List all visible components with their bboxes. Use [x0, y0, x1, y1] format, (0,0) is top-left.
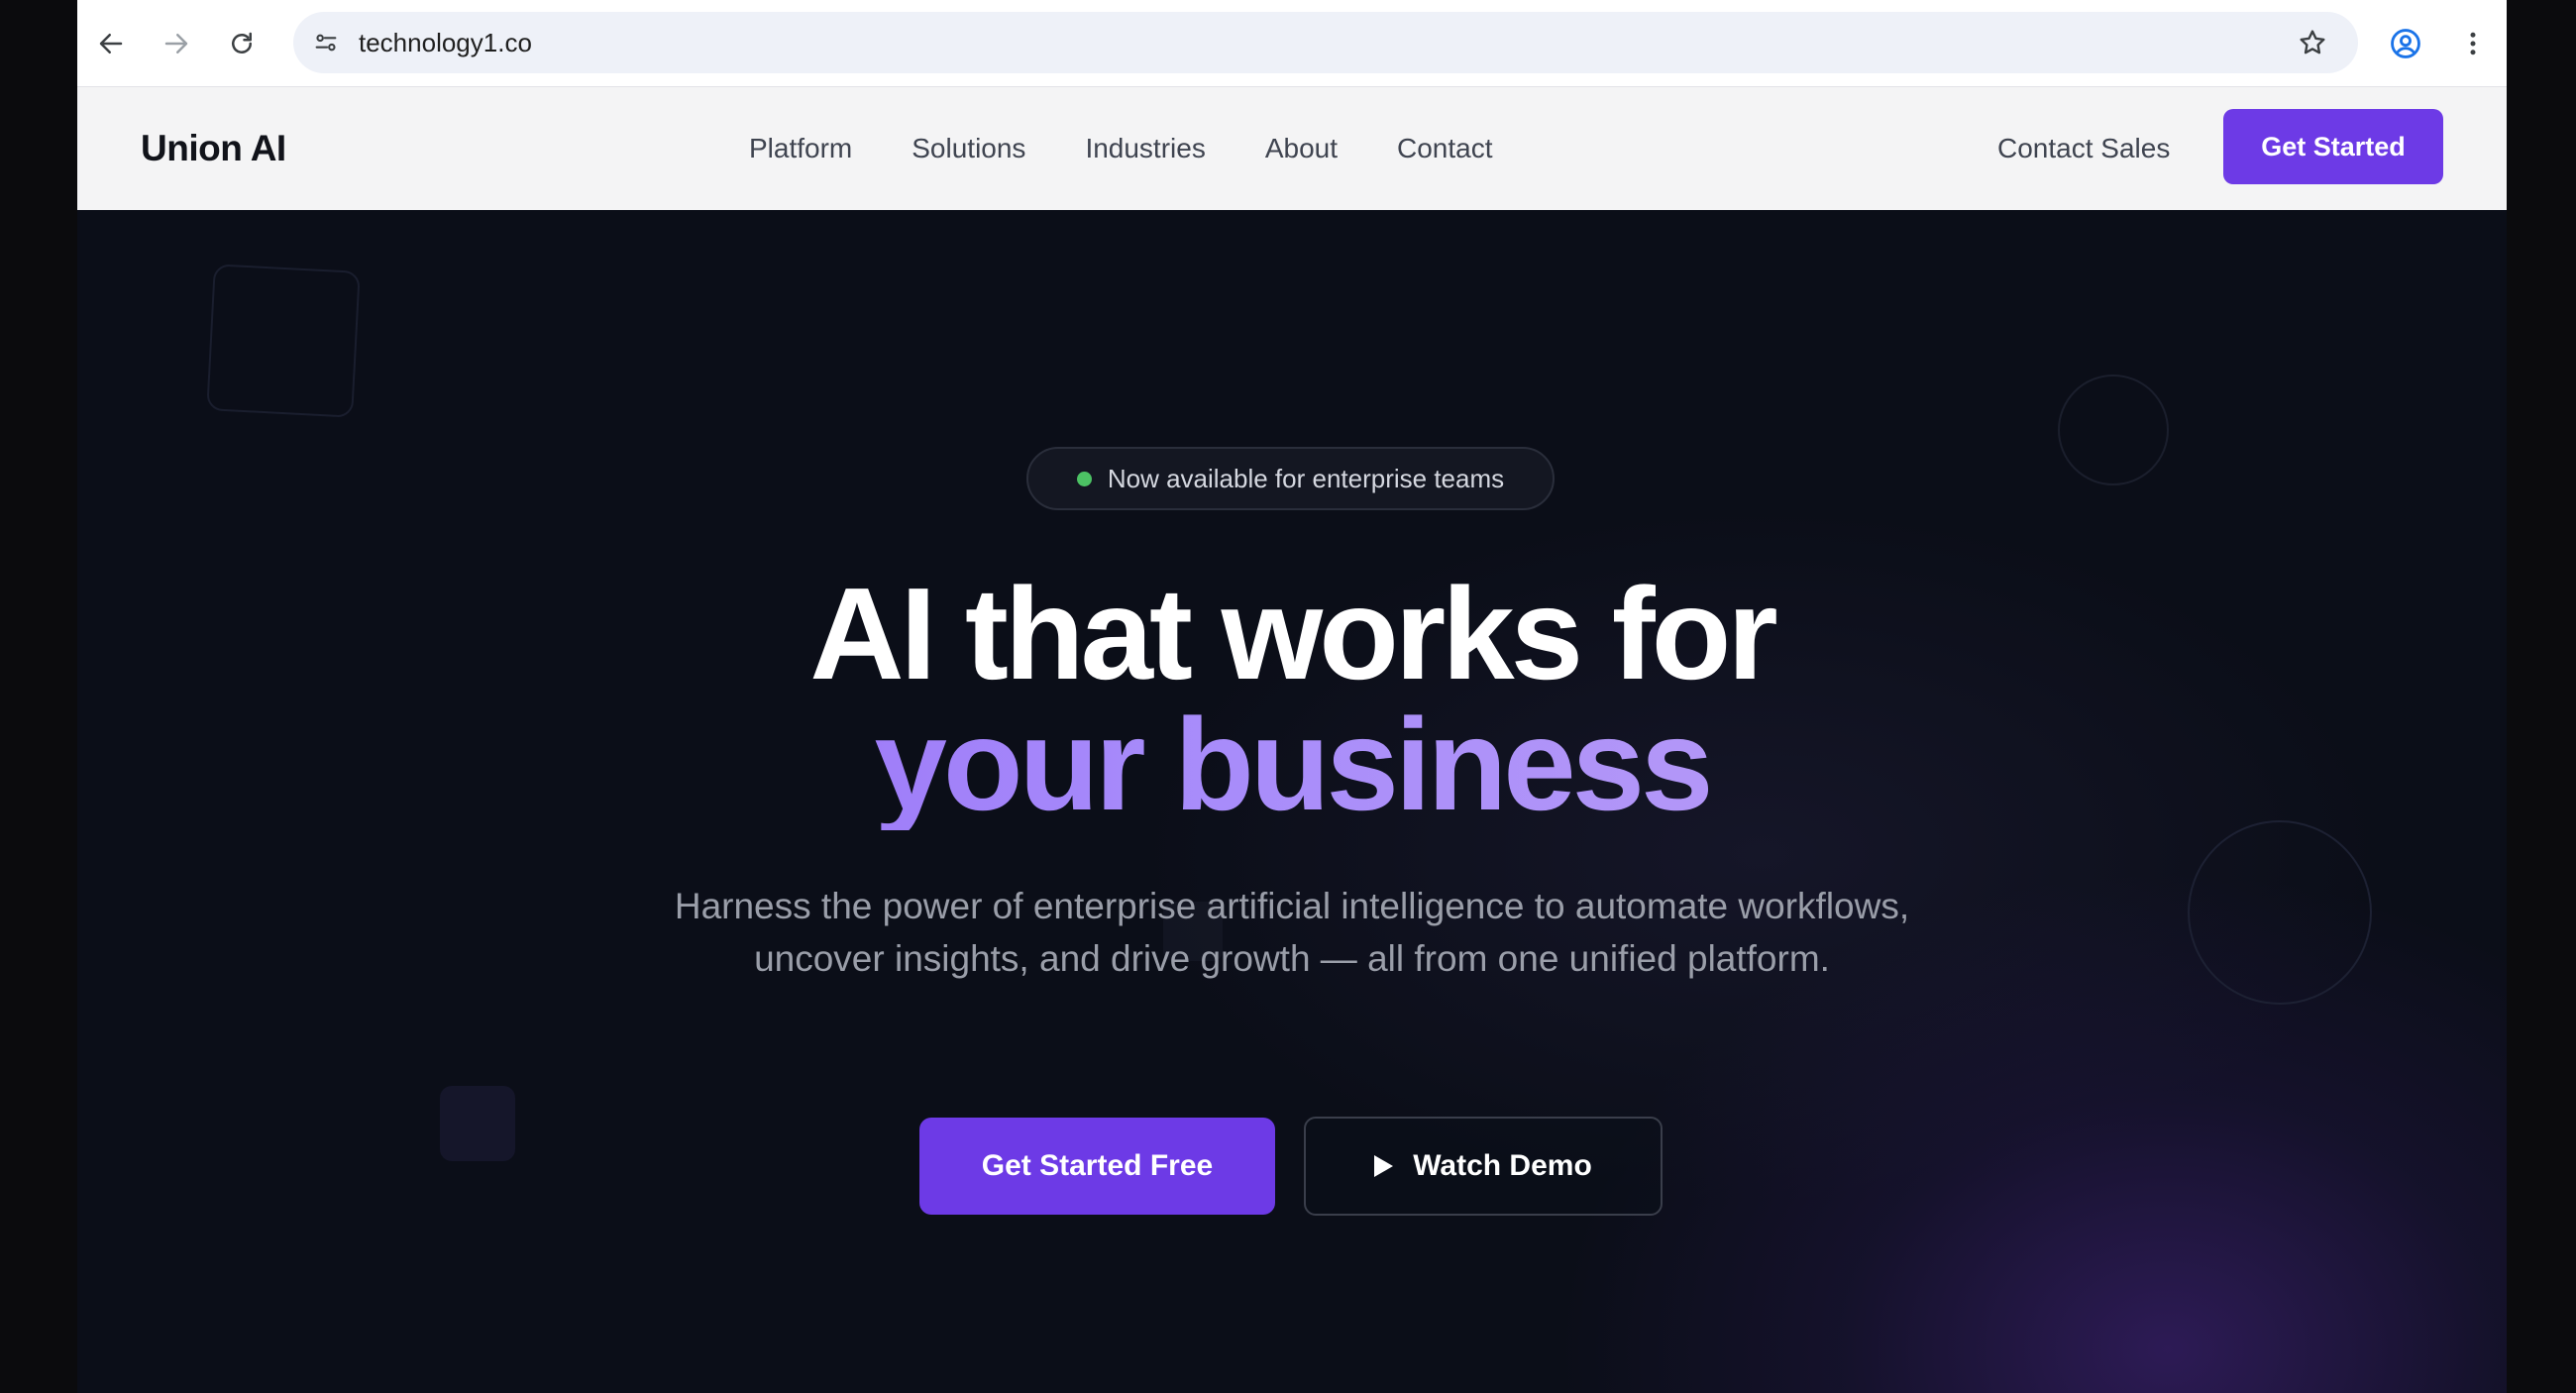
hero-subtitle: Harness the power of enterprise artifici… [674, 886, 1910, 979]
hero-section: Now available for enterprise teams AI th… [77, 210, 2507, 1393]
forward-button[interactable] [155, 22, 198, 65]
availability-badge: Now available for enterprise teams [1026, 447, 1555, 510]
hero-title: AI that works for your business [77, 569, 2507, 830]
nav-link-platform[interactable]: Platform [749, 133, 852, 164]
badge-text: Now available for enterprise teams [1107, 463, 1505, 493]
main-nav: Platform Solutions Industries About Cont… [749, 87, 1493, 210]
decorative-block [440, 1086, 515, 1161]
contact-sales-link[interactable]: Contact Sales [1997, 87, 2170, 210]
watch-demo-button[interactable]: Watch Demo [1304, 1117, 1663, 1216]
star-icon [2300, 30, 2325, 54]
url-text[interactable]: technology1.co [359, 12, 532, 73]
account-circle-icon [2391, 29, 2420, 58]
status-dot-icon [1076, 471, 1092, 486]
decorative-ring-large [2188, 820, 2372, 1005]
back-button[interactable] [89, 22, 133, 65]
site-logo[interactable]: Union AI [141, 87, 286, 210]
watch-demo-label: Watch Demo [1413, 1149, 1592, 1182]
nav-link-about[interactable]: About [1265, 133, 1338, 164]
reload-icon [232, 32, 252, 54]
browser-menu-button[interactable] [2451, 22, 2495, 65]
hero-title-accent: your business [77, 699, 2507, 830]
hero-title-line1: AI that works for [809, 561, 1777, 706]
nav-link-contact[interactable]: Contact [1397, 133, 1493, 164]
site-settings-icon [315, 34, 337, 52]
site-info-button[interactable] [307, 24, 345, 61]
play-icon [1374, 1155, 1394, 1177]
browser-toolbar: technology1.co [77, 0, 2507, 87]
site-header: Union AI Platform Solutions Industries A… [77, 87, 2507, 210]
browser-window: technology1.co Union AI Platform Solutio… [77, 0, 2507, 1393]
get-started-button[interactable]: Get Started [2223, 109, 2443, 184]
kebab-menu-icon [2470, 32, 2476, 55]
decorative-ring-small [2058, 375, 2169, 485]
reload-button[interactable] [220, 22, 264, 65]
profile-button[interactable] [2384, 22, 2427, 65]
bookmark-button[interactable] [2293, 23, 2332, 62]
address-bar[interactable]: technology1.co [293, 12, 2358, 73]
nav-link-solutions[interactable]: Solutions [912, 133, 1025, 164]
nav-link-industries[interactable]: Industries [1085, 133, 1205, 164]
arrow-right-icon [164, 34, 188, 54]
get-started-free-button[interactable]: Get Started Free [919, 1118, 1275, 1215]
decorative-square [206, 264, 361, 418]
arrow-left-icon [99, 34, 123, 54]
